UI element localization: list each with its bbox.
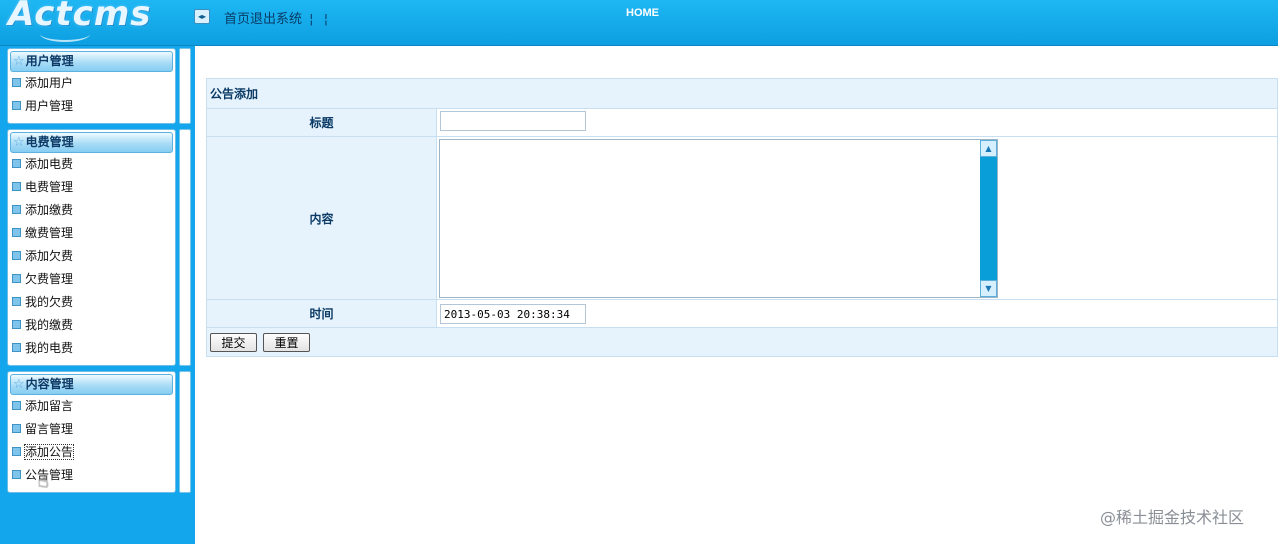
scroll-up-icon[interactable]: ▲ — [980, 139, 997, 157]
logo-swoosh — [40, 26, 90, 42]
sidebar-section-user: ☆用户管理 添加用户 用户管理 — [7, 48, 176, 124]
time-input[interactable]: 2013-05-03 20:38:34 — [440, 303, 586, 324]
form-actions: 提交 重置 — [206, 327, 1278, 357]
notice-add-form: 公告添加 标题 内容 ▲ ▼ 时间 2013-05-03 20:38:34 提交… — [206, 78, 1278, 357]
sidebar-item-label: 缴费管理 — [25, 226, 74, 240]
sidebar-item-label: 我的欠费 — [25, 295, 74, 309]
textarea-scrollbar[interactable]: ▲ ▼ — [980, 139, 997, 297]
section-title: 用户管理 — [25, 54, 74, 68]
sidebar-item-label: 添加欠费 — [25, 249, 74, 263]
nav-separator: ¦ — [323, 12, 329, 27]
sidebar-item-label: 我的缴费 — [25, 318, 74, 332]
bullet-icon — [12, 101, 21, 110]
sidebar-item[interactable]: 添加缴费 — [8, 199, 175, 222]
bullet-icon — [12, 182, 21, 191]
star-icon: ☆ — [13, 54, 25, 69]
top-nav: 首页退出系统 ¦ ¦ — [224, 8, 331, 27]
sidebar-item-label: 我的电费 — [25, 341, 74, 355]
time-label: 时间 — [206, 299, 437, 328]
section-header[interactable]: ☆电费管理 — [10, 132, 173, 153]
sidebar-item-label: 电费管理 — [25, 180, 74, 194]
bullet-icon — [12, 424, 21, 433]
content-label: 内容 — [206, 136, 437, 300]
sidebar-item-label: 添加缴费 — [25, 203, 74, 217]
section-header[interactable]: ☆用户管理 — [10, 51, 173, 72]
title-label: 标题 — [206, 108, 437, 137]
bullet-icon — [12, 447, 21, 456]
sidebar-item-add-notice[interactable]: 添加公告 — [8, 441, 175, 464]
sidebar-item-add-user[interactable]: 添加用户 — [8, 72, 175, 95]
sidebar-item[interactable]: 公告管理 — [8, 464, 175, 487]
star-icon: ☆ — [13, 377, 25, 392]
sidebar-item-label: 欠费管理 — [25, 272, 74, 286]
submit-button[interactable]: 提交 — [210, 332, 257, 352]
sidebar-item-label: 添加留言 — [25, 399, 74, 413]
sidebar-item[interactable]: 添加电费 — [8, 153, 175, 176]
sidebar-item[interactable]: 添加欠费 — [8, 245, 175, 268]
sidebar-item[interactable]: 我的缴费 — [8, 314, 175, 337]
section-header[interactable]: ☆内容管理 — [10, 374, 173, 395]
sidebar-toggle-icon[interactable]: ◂▸ — [194, 9, 210, 24]
bullet-icon — [12, 401, 21, 410]
top-header: Actcms ◂▸ 首页退出系统 ¦ ¦ HOME — [0, 0, 1278, 46]
bullet-icon — [12, 297, 21, 306]
sidebar-item[interactable]: 缴费管理 — [8, 222, 175, 245]
sidebar-scrollbar[interactable] — [179, 371, 191, 493]
hand-cursor-icon: ☝ — [38, 471, 49, 492]
sidebar-item-label: 用户管理 — [25, 99, 74, 113]
bullet-icon — [12, 205, 21, 214]
bullet-icon — [12, 159, 21, 168]
reset-button[interactable]: 重置 — [263, 332, 310, 352]
sidebar-section-electricity: ☆电费管理 添加电费 电费管理 添加缴费 缴费管理 添加欠费 欠费管理 我的欠费… — [7, 129, 176, 366]
bullet-icon — [12, 228, 21, 237]
sidebar-item[interactable]: 我的欠费 — [8, 291, 175, 314]
scroll-down-icon[interactable]: ▼ — [980, 279, 997, 297]
title-input[interactable] — [440, 111, 586, 131]
bullet-icon — [12, 343, 21, 352]
sidebar-item-manage-user[interactable]: 用户管理 — [8, 95, 175, 118]
sidebar-section-content: ☆内容管理 添加留言 留言管理 添加公告 公告管理 — [7, 371, 176, 493]
sidebar-item[interactable]: 欠费管理 — [8, 268, 175, 291]
content-textarea[interactable]: ▲ ▼ — [439, 138, 998, 298]
sidebar-scrollbar[interactable] — [179, 48, 191, 124]
sidebar-item-label: 留言管理 — [25, 422, 74, 436]
section-title: 内容管理 — [25, 377, 74, 391]
bullet-icon — [12, 320, 21, 329]
home-label[interactable]: HOME — [626, 7, 659, 19]
star-icon: ☆ — [13, 135, 25, 150]
sidebar-item[interactable]: 我的电费 — [8, 337, 175, 360]
bullet-icon — [12, 470, 21, 479]
sidebar-scrollbar[interactable] — [179, 129, 191, 366]
sidebar-item[interactable]: 添加留言 — [8, 395, 175, 418]
section-title: 电费管理 — [25, 135, 74, 149]
sidebar-item-label: 添加电费 — [25, 157, 74, 171]
sidebar-item[interactable]: 留言管理 — [8, 418, 175, 441]
sidebar-item[interactable]: 电费管理 — [8, 176, 175, 199]
bullet-icon — [12, 274, 21, 283]
bullet-icon — [12, 251, 21, 260]
watermark: @稀土掘金技术社区 — [1100, 508, 1245, 527]
sidebar-item-label: 添加公告 — [23, 444, 75, 460]
bullet-icon — [12, 78, 21, 87]
form-caption: 公告添加 — [206, 78, 1278, 109]
home-logout-link[interactable]: 首页退出系统 — [224, 12, 302, 27]
sidebar-item-label: 添加用户 — [25, 76, 74, 90]
nav-separator: ¦ — [309, 12, 314, 27]
sidebar: ☆用户管理 添加用户 用户管理 ☆电费管理 添加电费 电费管理 添加缴费 缴费管… — [0, 46, 195, 544]
